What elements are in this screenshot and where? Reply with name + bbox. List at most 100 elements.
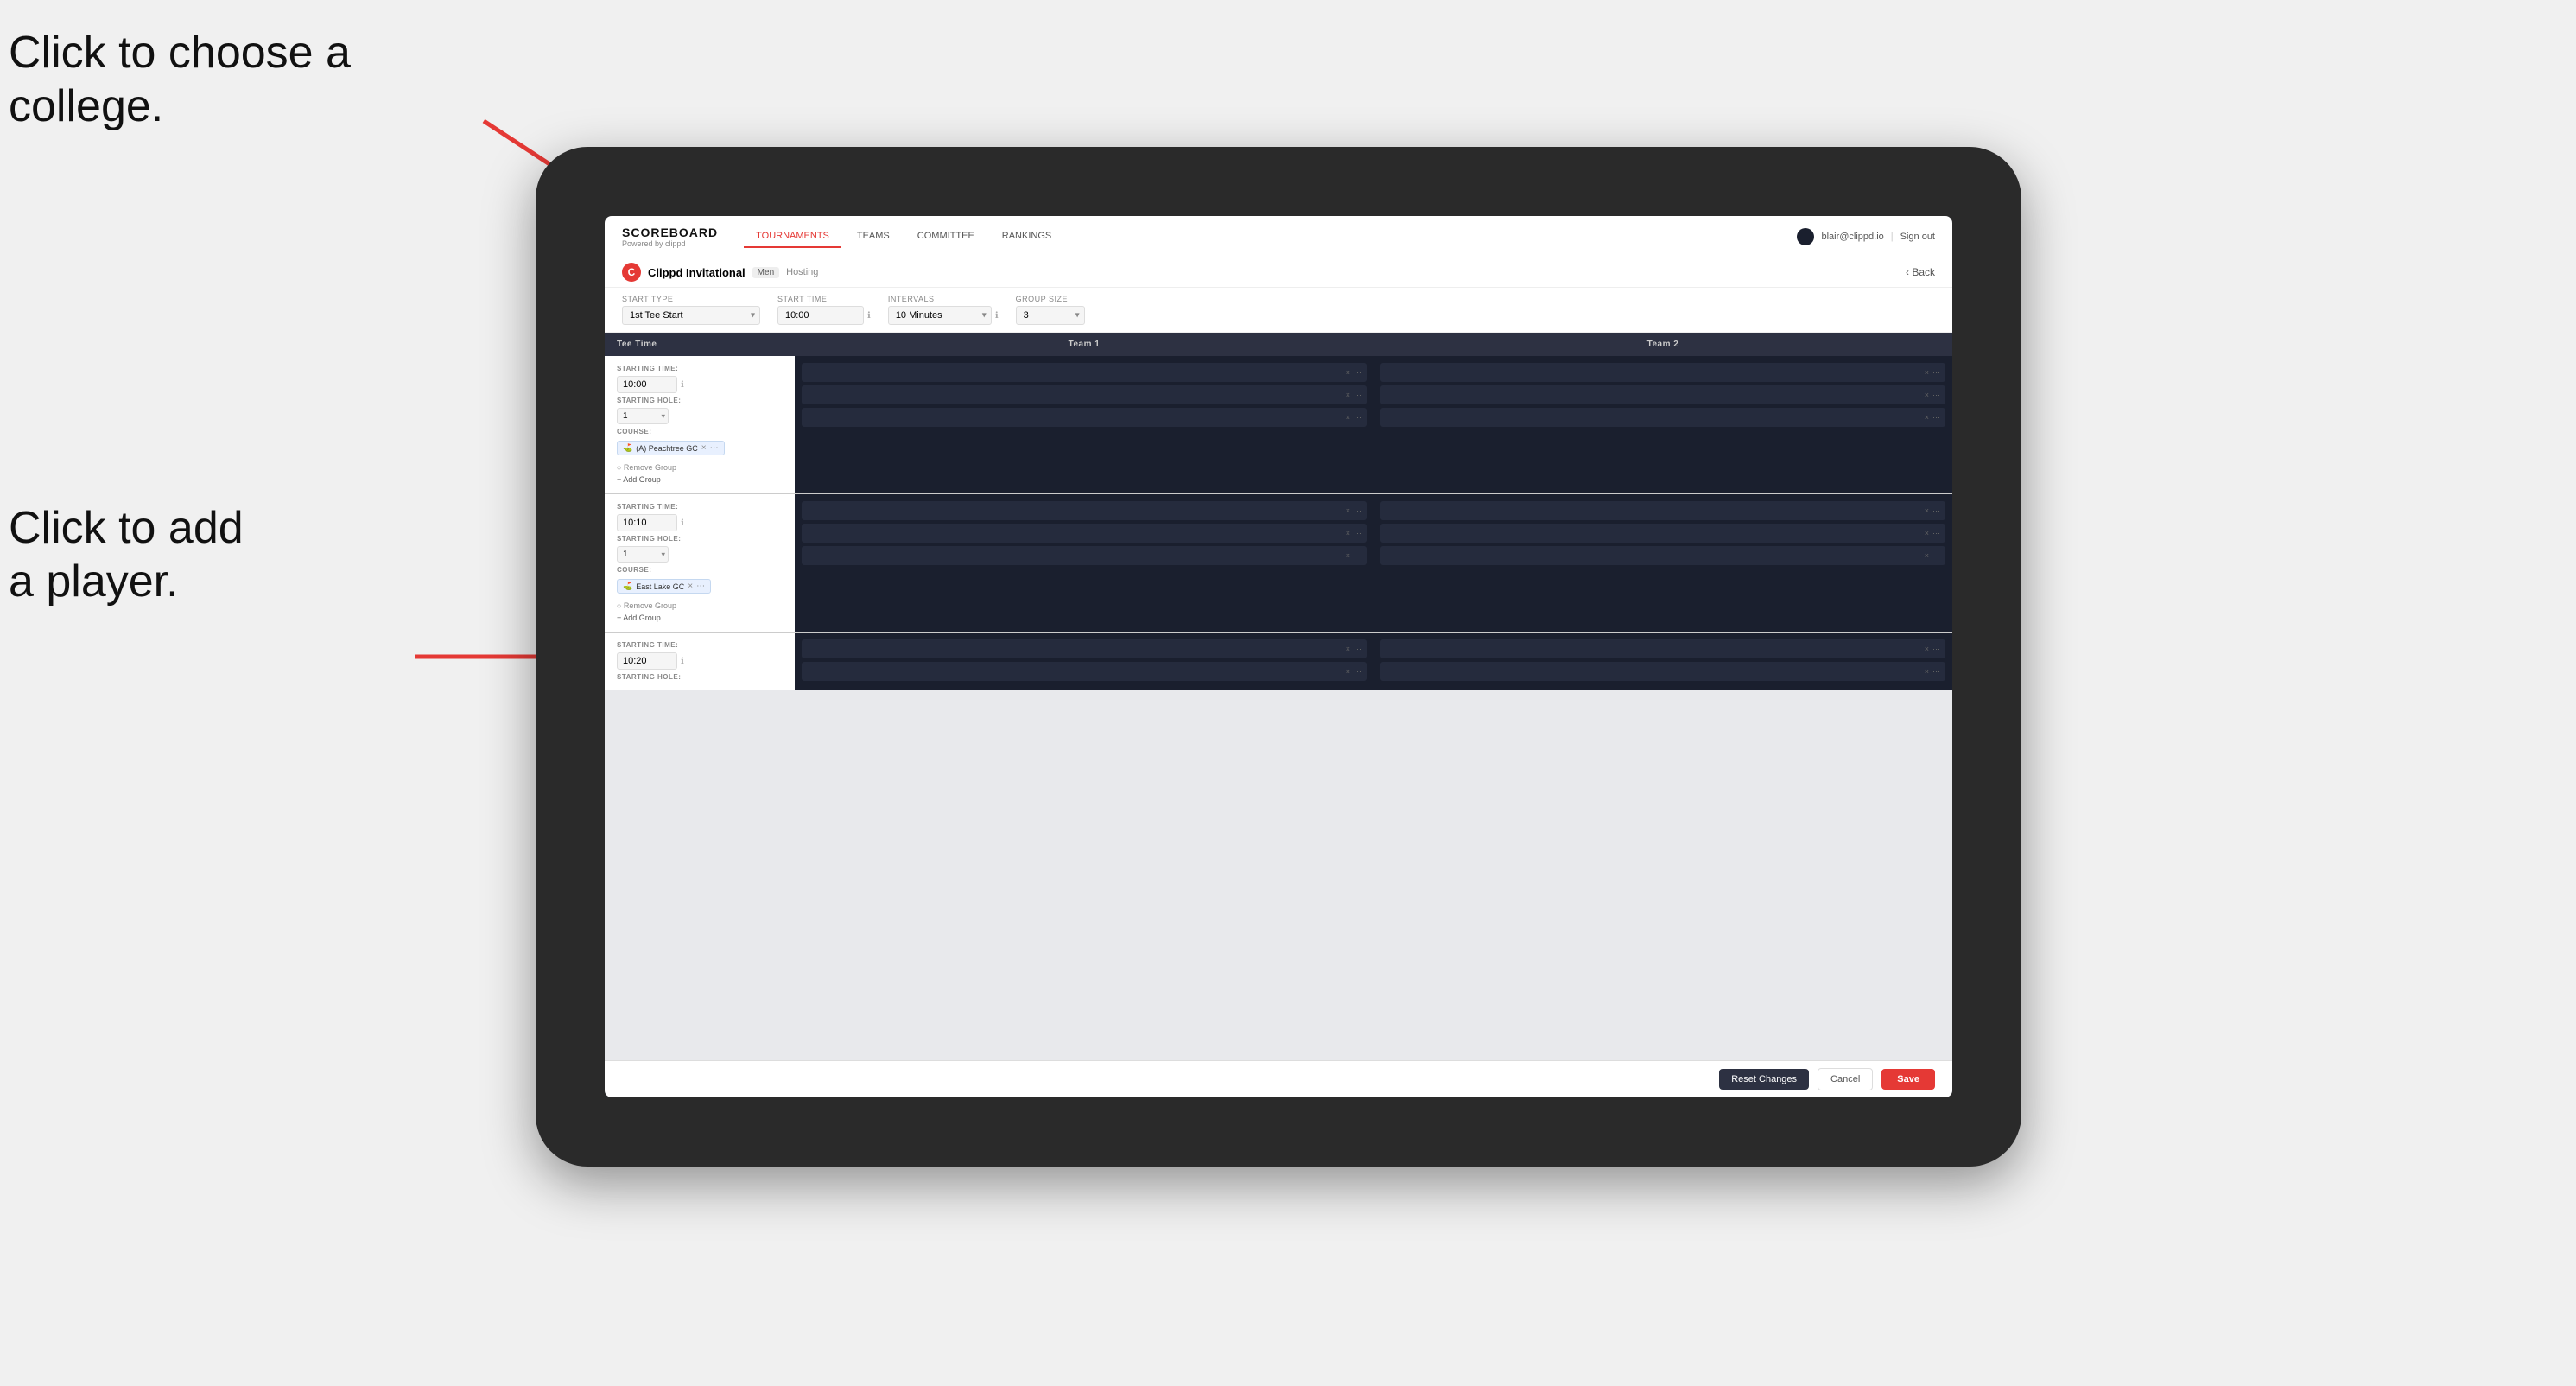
starting-time-row-2: ℹ	[617, 514, 783, 531]
slot-6-1-dots[interactable]: ⋯	[1932, 645, 1940, 654]
slot-5-1-dots[interactable]: ⋯	[1354, 645, 1361, 654]
slot-1-3-remove[interactable]: ×	[1346, 413, 1350, 423]
slot-4-1-dots[interactable]: ⋯	[1932, 506, 1940, 516]
start-type-field: Start Type 1st Tee Start	[622, 295, 760, 325]
slot-2-3-more[interactable]: ⋯	[1932, 413, 1940, 423]
start-time-input[interactable]	[777, 306, 864, 325]
reset-changes-button[interactable]: Reset Changes	[1719, 1069, 1809, 1090]
save-button[interactable]: Save	[1881, 1069, 1935, 1090]
starting-time-input-3[interactable]	[617, 652, 677, 670]
slot-3-3-dots[interactable]: ⋯	[1354, 551, 1361, 561]
nav-tournaments[interactable]: TOURNAMENTS	[744, 226, 841, 248]
hole-select-2[interactable]: 1	[617, 546, 669, 563]
course-label-1: COURSE:	[617, 428, 783, 436]
player-slot-3-2[interactable]: × ⋯	[802, 524, 1367, 543]
slot-2-1-remove[interactable]: ×	[1925, 368, 1929, 378]
start-type-select[interactable]: 1st Tee Start	[622, 306, 760, 325]
slot-4-1-x[interactable]: ×	[1925, 506, 1929, 516]
slot-1-2-more[interactable]: ⋯	[1354, 391, 1361, 400]
nav-links: TOURNAMENTS TEAMS COMMITTEE RANKINGS	[744, 226, 1797, 248]
brand-title: SCOREBOARD	[622, 226, 718, 239]
add-group-btn-1[interactable]: + Add Group	[617, 474, 783, 485]
slot-4-3-x[interactable]: ×	[1925, 551, 1929, 561]
starting-time-input-2[interactable]	[617, 514, 677, 531]
table-header: Tee Time Team 1 Team 2	[605, 333, 1952, 356]
cancel-button[interactable]: Cancel	[1818, 1068, 1873, 1090]
player-slot-5-2[interactable]: × ⋯	[802, 662, 1367, 681]
add-group-btn-2[interactable]: + Add Group	[617, 613, 783, 623]
tournament-tag: Men	[752, 267, 779, 278]
course-name-1: (A) Peachtree GC	[636, 444, 698, 453]
player-slot-2-1[interactable]: × ⋯	[1380, 363, 1945, 382]
course-tag-row-2: ⛳ East Lake GC × ⋯	[617, 577, 783, 594]
time-info-icon-1: ℹ	[681, 380, 684, 390]
slot-2-1-more[interactable]: ⋯	[1932, 368, 1940, 378]
slot-3-1-dots[interactable]: ⋯	[1354, 506, 1361, 516]
group-size-select[interactable]: 3	[1016, 306, 1085, 325]
player-slot-3-3[interactable]: × ⋯	[802, 546, 1367, 565]
player-slot-6-1[interactable]: × ⋯	[1380, 639, 1945, 658]
slot-1-2-remove[interactable]: ×	[1346, 391, 1350, 400]
player-slot-1-3[interactable]: × ⋯	[802, 408, 1367, 427]
start-time-label: Start Time	[777, 295, 871, 303]
slot-5-2-dots[interactable]: ⋯	[1354, 667, 1361, 677]
back-button[interactable]: ‹ Back	[1906, 266, 1935, 278]
slot-4-3-dots[interactable]: ⋯	[1932, 551, 1940, 561]
remove-group-btn-1[interactable]: ○ Remove Group	[617, 462, 783, 473]
team1-cell-1: × ⋯ × ⋯ × ⋯	[795, 356, 1374, 493]
starting-hole-label-2: STARTING HOLE:	[617, 535, 783, 543]
intervals-select[interactable]: 10 Minutes	[888, 306, 992, 325]
team1-cell-2: × ⋯ × ⋯ × ⋯	[795, 494, 1374, 632]
slot-5-1-x[interactable]: ×	[1346, 645, 1350, 654]
player-slot-4-1[interactable]: × ⋯	[1380, 501, 1945, 520]
nav-teams[interactable]: TEAMS	[845, 226, 902, 248]
player-slot-5-1[interactable]: × ⋯	[802, 639, 1367, 658]
user-avatar	[1797, 228, 1814, 245]
slot-3-1-x[interactable]: ×	[1346, 506, 1350, 516]
starting-hole-row-2: 1	[617, 546, 783, 563]
app-header: SCOREBOARD Powered by clippd TOURNAMENTS…	[605, 216, 1952, 257]
remove-group-btn-2[interactable]: ○ Remove Group	[617, 601, 783, 611]
sign-out-link[interactable]: Sign out	[1900, 232, 1935, 242]
slot-1-3-more[interactable]: ⋯	[1354, 413, 1361, 423]
course-edit-2[interactable]: ⋯	[696, 582, 705, 591]
course-remove-1[interactable]: ×	[701, 443, 707, 453]
hosting-tag: Hosting	[786, 267, 818, 277]
player-slot-2-3[interactable]: × ⋯	[1380, 408, 1945, 427]
hole-select-wrap-1: 1	[617, 408, 669, 424]
slot-6-1-x[interactable]: ×	[1925, 645, 1929, 654]
player-slot-3-1[interactable]: × ⋯	[802, 501, 1367, 520]
slot-5-2-x[interactable]: ×	[1346, 667, 1350, 677]
hole-select-wrap-2: 1	[617, 546, 669, 563]
nav-rankings[interactable]: RANKINGS	[990, 226, 1063, 248]
slot-3-2-dots[interactable]: ⋯	[1354, 529, 1361, 538]
time-info-icon-3: ℹ	[681, 657, 684, 666]
slot-2-2-remove[interactable]: ×	[1925, 391, 1929, 400]
slot-2-3-remove[interactable]: ×	[1925, 413, 1929, 423]
player-slot-1-1[interactable]: × ⋯	[802, 363, 1367, 382]
nav-committee[interactable]: COMMITTEE	[905, 226, 987, 248]
slot-3-2-x[interactable]: ×	[1346, 529, 1350, 538]
course-remove-2[interactable]: ×	[688, 582, 693, 591]
player-slot-1-2[interactable]: × ⋯	[802, 385, 1367, 404]
slot-6-2-dots[interactable]: ⋯	[1932, 667, 1940, 677]
team2-cell-3: × ⋯ × ⋯	[1374, 633, 1952, 690]
col-tee-time: Tee Time	[605, 333, 795, 356]
slot-3-3-x[interactable]: ×	[1346, 551, 1350, 561]
group-size-label: Group Size	[1016, 295, 1085, 303]
slot-1-1-more[interactable]: ⋯	[1354, 368, 1361, 378]
hole-select-1[interactable]: 1	[617, 408, 669, 424]
intervals-label: Intervals	[888, 295, 999, 303]
course-edit-1[interactable]: ⋯	[710, 443, 719, 453]
player-slot-2-2[interactable]: × ⋯	[1380, 385, 1945, 404]
c-logo: C	[622, 263, 641, 282]
slot-4-2-x[interactable]: ×	[1925, 529, 1929, 538]
player-slot-4-3[interactable]: × ⋯	[1380, 546, 1945, 565]
starting-time-input-1[interactable]	[617, 376, 677, 393]
slot-2-2-more[interactable]: ⋯	[1932, 391, 1940, 400]
slot-4-2-dots[interactable]: ⋯	[1932, 529, 1940, 538]
slot-1-1-remove[interactable]: ×	[1346, 368, 1350, 378]
slot-6-2-x[interactable]: ×	[1925, 667, 1929, 677]
player-slot-4-2[interactable]: × ⋯	[1380, 524, 1945, 543]
player-slot-6-2[interactable]: × ⋯	[1380, 662, 1945, 681]
